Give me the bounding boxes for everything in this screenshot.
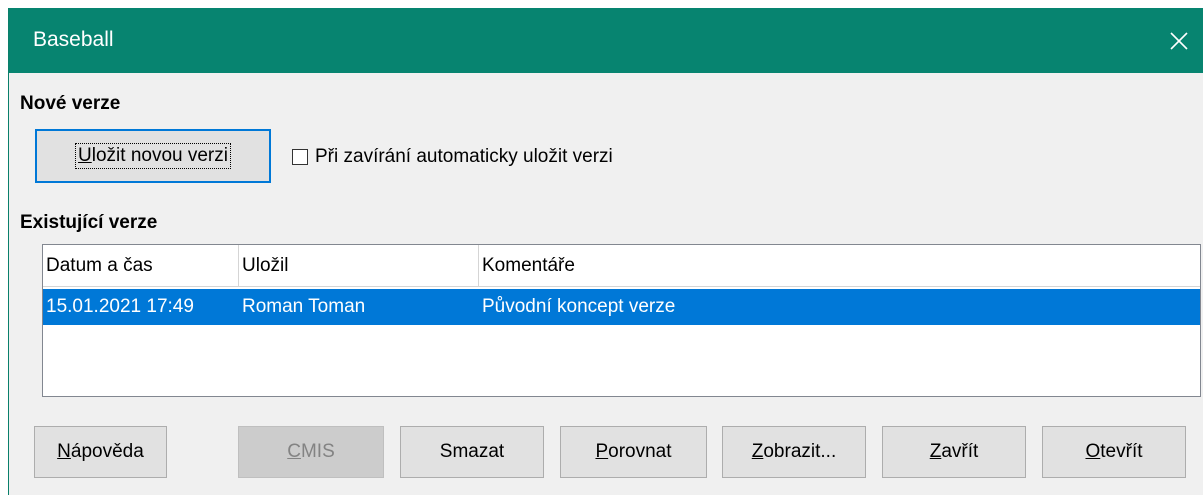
table-header: Datum a čas Uložil Komentáře: [43, 245, 1200, 287]
cmis-button: CMIS: [238, 426, 384, 478]
column-header-comments[interactable]: Komentáře: [479, 245, 1202, 286]
title-bar: Baseball: [9, 8, 1203, 73]
row-comment: Původní koncept verze: [482, 296, 676, 317]
column-header-author[interactable]: Uložil: [239, 245, 479, 286]
close-button-label: Zavřít: [929, 441, 979, 462]
row-date: 15.01.2021 17:49: [46, 296, 194, 317]
delete-button-label: Smazat: [439, 441, 505, 462]
help-button[interactable]: Nápověda: [34, 426, 167, 478]
help-button-label: Nápověda: [57, 441, 144, 462]
close-window-button[interactable]: [1158, 8, 1203, 73]
autosave-checkbox[interactable]: Při zavírání automaticky uložit verzi: [292, 145, 613, 169]
existing-versions-heading: Existující verze: [20, 212, 158, 233]
window-title: Baseball: [33, 28, 114, 51]
show-button[interactable]: Zobrazit...: [722, 426, 866, 478]
show-button-label: Zobrazit...: [751, 441, 837, 462]
compare-button-label: Porovnat: [595, 441, 672, 462]
versions-table[interactable]: Datum a čas Uložil Komentáře 15.01.2021 …: [42, 244, 1201, 397]
autosave-checkbox-label: Při zavírání automaticky uložit verzi: [315, 146, 613, 167]
save-new-version-label: Uložit novou verzi: [75, 143, 231, 169]
compare-button[interactable]: Porovnat: [560, 426, 707, 478]
row-author: Roman Toman: [242, 296, 366, 317]
delete-button[interactable]: Smazat: [400, 426, 544, 478]
close-button[interactable]: Zavřít: [882, 426, 1026, 478]
cmis-button-label: CMIS: [287, 441, 335, 462]
autosave-checkbox-box[interactable]: [292, 149, 308, 165]
open-button-label: Otevřít: [1085, 441, 1143, 462]
save-new-version-button[interactable]: Uložit novou verzi: [35, 129, 271, 183]
new-versions-heading: Nové verze: [20, 93, 121, 114]
open-button[interactable]: Otevřít: [1042, 426, 1186, 478]
close-icon: [1170, 32, 1188, 50]
table-row[interactable]: 15.01.2021 17:49 Roman Toman Původní kon…: [43, 289, 1200, 325]
column-header-date[interactable]: Datum a čas: [43, 245, 239, 286]
version-dialog: Baseball Nové verze Uložit novou verzi P…: [8, 8, 1203, 495]
